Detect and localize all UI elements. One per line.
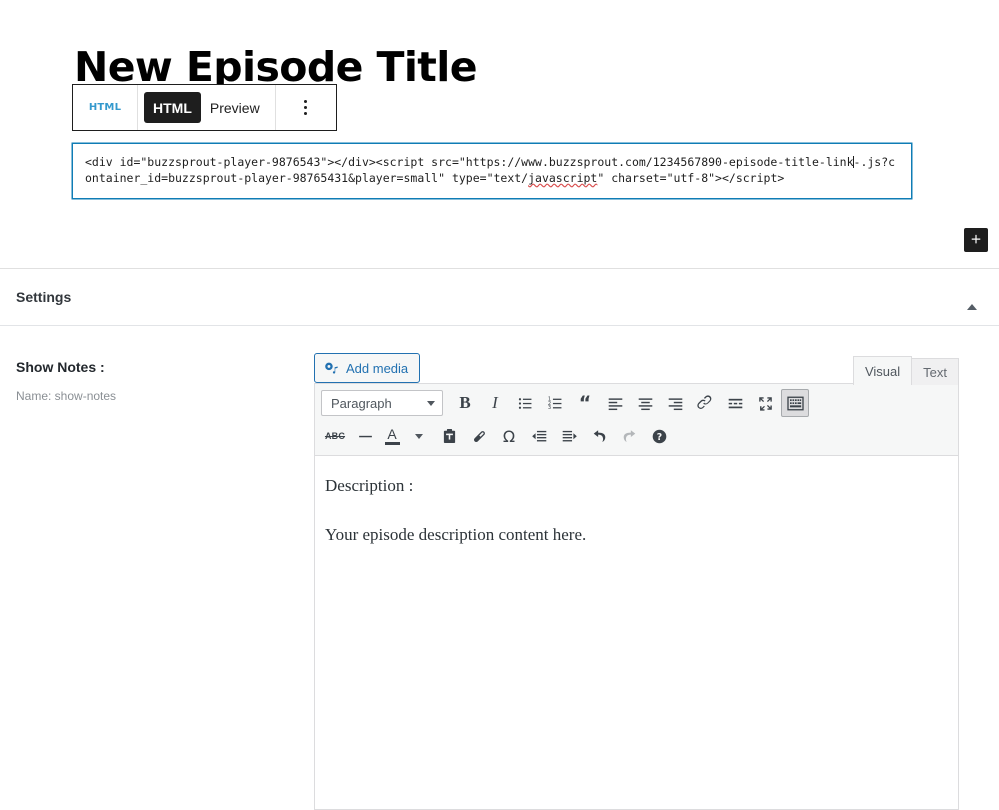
block-toolbar: HTML HTML Preview [72, 84, 337, 131]
toolbar-toggle-icon [786, 396, 804, 410]
show-notes-label-column: Show Notes : Name: show-notes [0, 350, 314, 808]
text-color-swatch [384, 441, 400, 445]
blockquote-button[interactable]: “ [571, 389, 599, 417]
clear-formatting-button[interactable] [465, 422, 493, 450]
add-media-button[interactable]: Add media [314, 353, 421, 383]
settings-panel-body: Show Notes : Name: show-notes Add media … [0, 326, 999, 810]
align-left-icon [608, 397, 622, 410]
show-notes-label: Show Notes : [16, 359, 105, 375]
tab-visual[interactable]: Visual [852, 356, 913, 385]
editor-topbar: Add media Visual Text [314, 350, 959, 385]
text-color-dropdown-button[interactable] [405, 422, 433, 450]
keyboard-shortcuts-button[interactable]: ? [645, 422, 673, 450]
mode-html-button[interactable]: HTML [144, 92, 201, 123]
mode-preview-button[interactable]: Preview [201, 92, 269, 123]
text-color-button[interactable]: A [381, 422, 403, 450]
italic-button[interactable]: I [481, 389, 509, 417]
settings-title: Settings [16, 289, 72, 305]
decrease-indent-button[interactable] [525, 422, 553, 450]
editor-mode-tabs: Visual Text [852, 355, 959, 385]
special-character-icon: Ω [502, 426, 516, 446]
editor-toolbar: Paragraph B I 1 2 3 “ ABC A Ω ? [315, 384, 958, 456]
caret-up-icon [967, 289, 977, 310]
blockquote-icon: “ [578, 391, 592, 414]
show-notes-name: Name: show-notes [16, 389, 117, 403]
align-center-icon [638, 397, 652, 410]
chevron-down-icon [427, 400, 435, 406]
show-notes-editor-column: Add media Visual Text Paragraph B I 1 2 … [314, 350, 999, 810]
html-block-icon: HTML [88, 102, 122, 113]
text-color-icon: A [387, 425, 397, 442]
numbered-list-button[interactable]: 1 2 3 [541, 389, 569, 417]
bulleted-list-icon [518, 397, 531, 409]
editor-canvas: New Episode Title HTML HTML Preview <div… [0, 0, 999, 269]
strikethrough-button[interactable]: ABC [321, 422, 349, 450]
paste-as-text-icon [443, 428, 455, 443]
html-code-editor[interactable]: <div id="buzzsprout-player-9876543"></di… [85, 154, 899, 186]
toolbar-toggle-button[interactable] [781, 389, 809, 417]
align-left-button[interactable] [601, 389, 629, 417]
insert-link-icon [696, 394, 711, 409]
align-center-button[interactable] [631, 389, 659, 417]
redo-button[interactable] [615, 422, 643, 450]
editor-paragraph-2: Your episode description content here. [325, 525, 587, 545]
redo-icon [623, 429, 635, 442]
italic-icon: I [492, 393, 498, 412]
block-options-button[interactable] [276, 85, 336, 130]
code-line-1: <div id="buzzsprout-player-9876543"></di… [85, 155, 854, 169]
strikethrough-icon: ABC [324, 431, 346, 441]
more-vertical-icon [304, 100, 308, 115]
editor-toolbar-row-2: ABC A Ω ? [321, 421, 955, 451]
decrease-indent-icon [531, 430, 546, 441]
fullscreen-button[interactable] [751, 389, 779, 417]
bold-button[interactable]: B [451, 389, 479, 417]
text-color-dropdown-icon [415, 433, 423, 439]
increase-indent-icon [562, 430, 577, 441]
undo-button[interactable] [585, 422, 613, 450]
svg-text:?: ? [656, 432, 661, 443]
svg-text:3: 3 [547, 405, 550, 411]
read-more-icon [728, 398, 742, 408]
tab-text[interactable]: Text [911, 358, 959, 385]
read-more-button[interactable] [721, 389, 749, 417]
html-code-block[interactable]: <div id="buzzsprout-player-9876543"></di… [72, 143, 912, 199]
settings-panel-header[interactable]: Settings [0, 269, 999, 326]
add-media-label: Add media [346, 360, 409, 376]
horizontal-line-icon [358, 435, 372, 437]
plus-icon [971, 234, 981, 244]
editor-toolbar-row-1: Paragraph B I 1 2 3 “ [321, 388, 955, 418]
fullscreen-icon [758, 396, 772, 411]
code-line-3: " charset="utf-8"></script> [597, 171, 785, 185]
block-inserter-button[interactable] [964, 228, 988, 252]
keyboard-shortcuts-icon: ? [652, 429, 666, 443]
horizontal-line-button[interactable] [351, 422, 379, 450]
insert-link-button[interactable] [691, 389, 719, 417]
paste-as-text-button[interactable] [435, 422, 463, 450]
undo-icon [593, 429, 605, 442]
paragraph-format-select[interactable]: Paragraph [321, 390, 443, 416]
paragraph-format-value: Paragraph [331, 395, 392, 411]
align-right-icon [668, 397, 682, 410]
block-mode-switcher: HTML Preview [138, 85, 276, 130]
align-right-button[interactable] [661, 389, 689, 417]
block-type-button[interactable]: HTML [73, 85, 138, 130]
tinymce-editor: Paragraph B I 1 2 3 “ ABC A Ω ? Descript… [314, 383, 959, 810]
bold-icon: B [459, 393, 471, 412]
media-icon [325, 362, 338, 374]
increase-indent-button[interactable] [555, 422, 583, 450]
editor-content-area[interactable]: Description : Your episode description c… [315, 456, 958, 809]
bulleted-list-button[interactable] [511, 389, 539, 417]
clear-formatting-icon [473, 430, 485, 442]
editor-paragraph-1: Description : [325, 476, 414, 495]
code-spellcheck-word: javascript [528, 171, 598, 185]
numbered-list-icon: 1 2 3 [547, 396, 561, 411]
special-character-button[interactable]: Ω [495, 422, 523, 450]
settings-collapse-button[interactable] [961, 289, 983, 310]
